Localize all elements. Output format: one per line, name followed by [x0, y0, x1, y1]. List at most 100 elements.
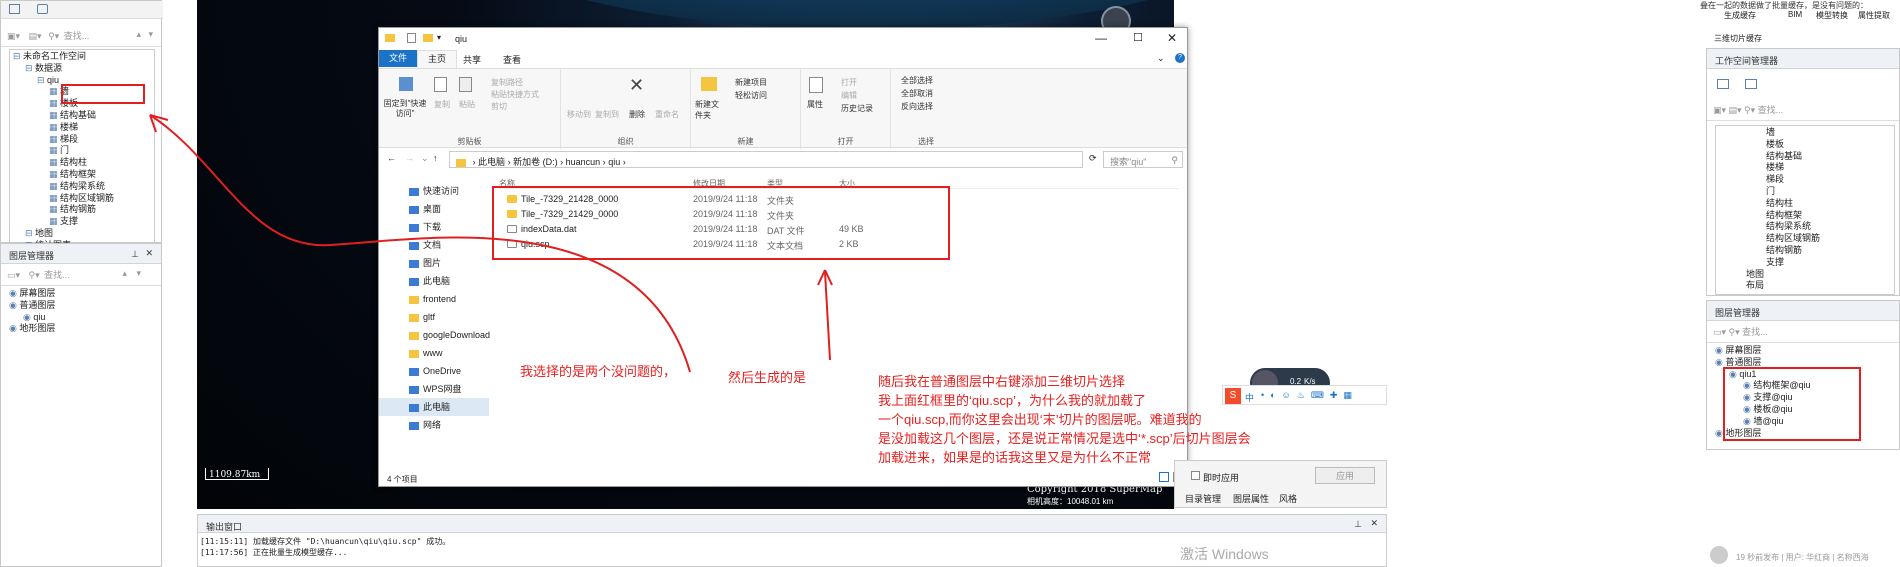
nav-item[interactable]: www: [379, 344, 489, 362]
expand-ribbon-icon[interactable]: ⌄: [1157, 53, 1165, 64]
search-icon[interactable]: ▭▾ ⚲▾: [1713, 327, 1740, 337]
eye-icon[interactable]: ◉: [1715, 345, 1725, 355]
easy-access-button[interactable]: 轻松访问: [735, 90, 767, 101]
properties-button[interactable]: 属性: [807, 99, 823, 110]
apply-immediately-checkbox[interactable]: [1191, 471, 1200, 480]
back-icon[interactable]: ←: [387, 153, 396, 163]
nav-item[interactable]: WPS网盘: [379, 380, 489, 398]
new-folder-button[interactable]: 新建文件夹: [695, 99, 725, 121]
right-btn-attr[interactable]: 属性提取: [1858, 10, 1890, 21]
maximize-button[interactable]: ☐: [1133, 31, 1143, 44]
right-ws-item[interactable]: 梯段: [1766, 174, 1894, 186]
tree-item[interactable]: ⊟ 未命名工作空间: [13, 51, 151, 63]
tree-item[interactable]: ▦ 楼梯: [13, 122, 151, 134]
right-ws-item[interactable]: 结构梁系统: [1766, 221, 1894, 233]
right-btn-bim[interactable]: BIM: [1788, 10, 1802, 19]
select-none-button[interactable]: 全部取消: [901, 88, 933, 99]
ime-toolbar[interactable]: S 中 •◐☺♨⌨✚▦: [1222, 385, 1387, 405]
tree-item[interactable]: ▦ 结构钢筋: [13, 204, 151, 216]
check-icon[interactable]: [407, 33, 416, 43]
paste-button[interactable]: 粘贴: [459, 99, 475, 110]
copy-path-button[interactable]: 复制路径: [491, 77, 523, 88]
path-this-pc[interactable]: 此电脑: [478, 157, 505, 167]
pin-quick-access-button[interactable]: 固定到"快速访问": [383, 99, 427, 119]
paste-shortcut-button[interactable]: 粘贴快捷方式: [491, 89, 539, 100]
pin-icon[interactable]: ⊥: [1354, 519, 1362, 530]
right-ws-item[interactable]: 结构柱: [1766, 198, 1894, 210]
tree-item[interactable]: ▦ 支撑: [13, 216, 151, 228]
new-item-button[interactable]: 新建项目: [735, 77, 767, 88]
nav-item[interactable]: 此电脑: [379, 272, 489, 290]
pin-icon[interactable]: ⊥: [131, 249, 139, 260]
eye-icon[interactable]: ◉: [9, 288, 19, 298]
ime-mode[interactable]: 中: [1245, 391, 1254, 404]
details-view-icon[interactable]: [1159, 472, 1169, 482]
right-ws-item[interactable]: 结构基础: [1766, 151, 1894, 163]
tree-item[interactable]: ⊟ 数据源: [13, 63, 151, 75]
tab-style[interactable]: 风格: [1279, 492, 1297, 505]
nav-item[interactable]: frontend: [379, 290, 489, 308]
open-button[interactable]: 打开: [841, 77, 857, 88]
search-icon[interactable]: ⚲▾: [48, 31, 59, 41]
tree-item[interactable]: ▦ 结构梁系统: [13, 181, 151, 193]
right-ws-item[interactable]: 结构区域钢筋: [1766, 233, 1894, 245]
path-huancun[interactable]: huancun: [566, 157, 601, 167]
new-folder-icon[interactable]: [701, 77, 717, 91]
refresh-icon[interactable]: ⟳: [1089, 153, 1097, 164]
layer-item[interactable]: ◉ 屏幕图层: [9, 288, 153, 300]
delete-button[interactable]: 删除: [629, 109, 645, 120]
eye-icon[interactable]: ◉: [9, 323, 19, 333]
path-qiu[interactable]: qiu: [608, 157, 620, 167]
tab-directory[interactable]: 目录管理: [1185, 492, 1221, 505]
right-layer-item[interactable]: ◉ 屏幕图层: [1715, 345, 1891, 357]
right-ws-item[interactable]: 楼梯: [1766, 162, 1894, 174]
eye-icon[interactable]: ◉: [9, 300, 19, 310]
tree-item[interactable]: ▦ 结构框架: [13, 169, 151, 181]
eye-icon[interactable]: ◉: [23, 312, 33, 322]
copy-button[interactable]: 复制: [434, 99, 450, 110]
copy-to-button[interactable]: 复制到: [595, 109, 619, 120]
pin-icon[interactable]: [399, 77, 413, 91]
close-icon[interactable]: ✕: [145, 248, 153, 259]
tab-layer-props[interactable]: 图层属性: [1233, 492, 1269, 505]
tab-file[interactable]: 文件: [379, 50, 417, 67]
folder-small-icon[interactable]: [423, 34, 433, 42]
right-ws-item[interactable]: 支撑: [1766, 257, 1894, 269]
copy-icon[interactable]: [434, 77, 447, 92]
rename-button[interactable]: 重命名: [655, 109, 679, 120]
paste-icon[interactable]: [459, 77, 472, 92]
right-ws-search[interactable]: 查找...: [1758, 105, 1784, 115]
path-drive[interactable]: 新加卷 (D:): [513, 157, 558, 167]
recent-icon[interactable]: ⌄: [421, 153, 429, 164]
dropdown-icon[interactable]: ▾: [437, 33, 441, 42]
layout-icon[interactable]: [9, 4, 20, 14]
arrow-down-icon[interactable]: ▾: [148, 29, 153, 40]
layer-item[interactable]: ◉ 普通图层: [9, 300, 153, 312]
tab-icon[interactable]: [1745, 79, 1757, 89]
nav-item[interactable]: 快速访问: [379, 182, 489, 200]
nav-item[interactable]: googleDownload: [379, 326, 490, 344]
invert-selection-button[interactable]: 反向选择: [901, 101, 933, 112]
right-ws-item[interactable]: 布局: [1746, 280, 1894, 292]
close-button[interactable]: ✕: [1167, 31, 1177, 45]
eye-icon[interactable]: ◉: [1715, 357, 1725, 367]
arrow-up-icon[interactable]: ▴: [136, 29, 141, 40]
address-bar[interactable]: › 此电脑 › 新加卷 (D:) › huancun › qiu ›: [449, 151, 1083, 168]
minimize-button[interactable]: —: [1095, 31, 1107, 45]
tab-icon[interactable]: [37, 4, 48, 14]
tree-item[interactable]: ▦ 结构柱: [13, 157, 151, 169]
right-btn-generate[interactable]: 生成缓存: [1724, 10, 1756, 21]
search-icon[interactable]: ⚲▾: [29, 270, 40, 280]
move-to-button[interactable]: 移动到: [567, 109, 591, 120]
nav-item[interactable]: gltf: [379, 308, 489, 326]
ime-tools-icon[interactable]: •◐☺♨⌨✚▦: [1261, 390, 1358, 401]
nav-item[interactable]: 桌面: [379, 200, 489, 218]
nav-item[interactable]: 此电脑: [379, 398, 489, 416]
right-ws-item[interactable]: 楼板: [1766, 139, 1894, 151]
right-btn-model[interactable]: 模型转换: [1816, 10, 1848, 21]
nav-item[interactable]: 文档: [379, 236, 489, 254]
nav-item[interactable]: 网络: [379, 416, 489, 434]
layer-item[interactable]: ◉ qiu: [9, 312, 153, 324]
nav-item[interactable]: OneDrive: [379, 362, 489, 380]
nav-item[interactable]: 下载: [379, 218, 489, 236]
